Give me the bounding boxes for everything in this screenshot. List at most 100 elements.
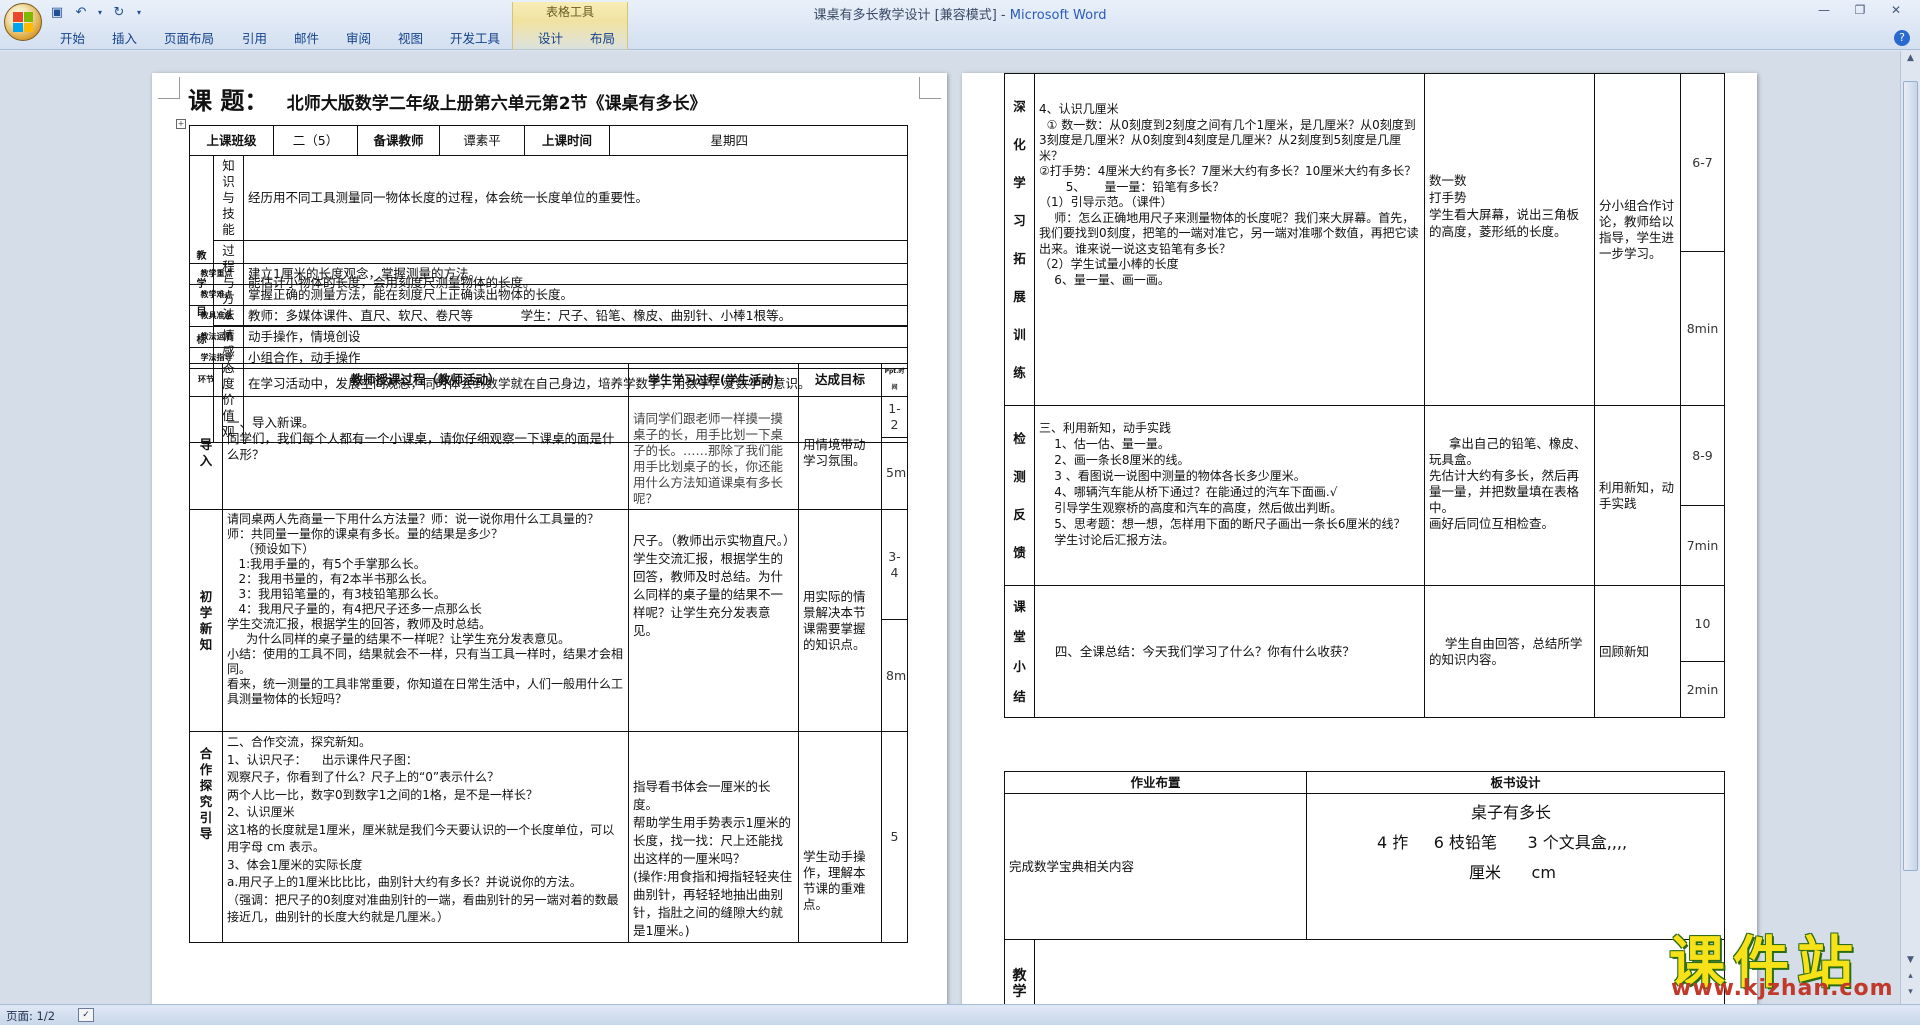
course-title: 北师大版数学二年级上册第六单元第2节《课桌有多长》 <box>286 94 707 114</box>
close-icon[interactable]: ✕ <box>1882 2 1910 18</box>
board-line: 桌子有多长 <box>1471 803 1552 822</box>
document-title: 课桌有多长教学设计 [兼容模式] <box>813 8 997 23</box>
header-goal: 达成目标 <box>798 363 882 397</box>
tab-developer[interactable]: 开发工具 <box>438 29 520 49</box>
phase-cell: 初学新知 <box>189 509 223 732</box>
goal-cell[interactable]: 学生动手操作，理解本节课的重难点。 <box>798 731 882 943</box>
time-cell: 1-2 <box>881 396 908 438</box>
minimize-icon[interactable]: — <box>1810 2 1838 18</box>
time-cell: 2min <box>1680 661 1725 718</box>
teacher-activity[interactable]: 请同桌两人先商量一下用什么方法量？师：说一说你用什么工具量的？ 师：共同量一量你… <box>222 509 629 732</box>
window-controls: — ❐ ✕ <box>1810 2 1910 18</box>
time-spacer <box>609 125 681 156</box>
goal-cell[interactable]: 回顾新知 <box>1594 585 1681 718</box>
teacher-activity[interactable]: 四、全课总结：今天我们学习了什么？你有什么收获？ <box>1034 585 1425 718</box>
table-move-handle-icon[interactable]: + <box>176 119 186 129</box>
tab-mailings[interactable]: 邮件 <box>282 29 334 49</box>
student-activity[interactable]: 指导看书体会一厘米的长度。 帮助学生用手势表示1厘米的长度，找一找：尺上还能找出… <box>628 731 799 943</box>
tab-insert[interactable]: 插入 <box>100 29 152 49</box>
row-text[interactable]: 动手操作，情境创设 <box>243 326 908 348</box>
row-label: 教法运用 <box>189 326 244 348</box>
class-label: 上课班级 <box>189 125 274 156</box>
help-icon[interactable]: ? <box>1894 30 1910 46</box>
board-design[interactable]: 桌子有多长 4 拃 6 枝铅笔 3 个文具盒,,,, 厘米 cm <box>1306 793 1725 940</box>
header-student: 学生学习过程(学生活动) <box>628 363 799 397</box>
homework-board-table: 作业布置 板书设计 完成数学宝典相关内容 桌子有多长 4 拃 6 枝铅笔 3 个… <box>1004 771 1725 940</box>
homework-text[interactable]: 完成数学宝典相关内容 <box>1004 793 1307 940</box>
row-text[interactable]: 掌握正确的测量方法，能在刻度尺上正确读出物体的长度。 <box>243 284 908 306</box>
scroll-thumb[interactable] <box>1903 81 1918 871</box>
goal-cell[interactable]: 分小组合作讨论，教师给以指导，学生进一步学习。 <box>1594 73 1681 406</box>
ribbon-tabs: 开始 插入 页面布局 引用 邮件 审阅 视图 开发工具 设计 布局 <box>48 29 630 49</box>
lesson-info-table: 上课班级 二（5） 备课教师 谭素平 上课时间 星期四 <box>189 125 908 156</box>
tab-home[interactable]: 开始 <box>48 29 100 49</box>
row-text[interactable]: 建立1厘米的长度观念，掌握测量的方法。 <box>243 263 908 285</box>
teacher-value[interactable]: 谭素平 <box>439 125 525 156</box>
course-heading: 课 题： 北师大版数学二年级上册第六单元第2节《课桌有多长》 <box>188 81 707 116</box>
teacher-activity[interactable]: 4、认识几厘米 ① 数一数：从0刻度到2刻度之间有几个1厘米，是几厘米？从0刻度… <box>1034 73 1425 406</box>
header-teacher: 教师授课过程（教师活动） <box>222 363 629 397</box>
next-page-icon[interactable]: ▾ <box>1903 985 1918 1000</box>
crop-mark <box>919 77 941 99</box>
prev-page-icon[interactable]: ▴ <box>1903 969 1918 984</box>
page-indicator[interactable]: 页面: 1/2 <box>6 1008 55 1024</box>
time-cell: 8-9 <box>1680 405 1725 506</box>
tab-layout[interactable]: 布局 <box>578 29 630 49</box>
row-label: 教具准备 <box>189 305 244 327</box>
phase-cell: 课堂小结 <box>1004 585 1035 718</box>
phase-cell: 检测反馈 <box>1004 405 1035 586</box>
time-value[interactable]: 星期四 <box>680 125 908 156</box>
reflection-content[interactable] <box>1034 939 1725 1004</box>
vertical-scrollbar[interactable]: ▲ ▼ ▴ ▾ <box>1900 51 1920 1004</box>
time-cell: 5 <box>881 731 908 943</box>
time-cell: 10 <box>1680 585 1725 662</box>
teacher-activity[interactable]: 二、合作交流，探究新知。 1、认识尺子： 出示课件尺子图： 观察尺子，你看到了什… <box>222 731 629 943</box>
context-group-label: 表格工具 <box>545 5 594 19</box>
student-activity[interactable]: 数一数 打手势 学生看大屏幕，说出三角板的高度，菱形纸的长度。 <box>1424 73 1595 406</box>
student-activity[interactable]: 拿出自己的铅笔、橡皮、玩具盒。 先估计大约有多长，然后再量一量，并把数量填在表格… <box>1424 405 1595 586</box>
student-activity[interactable]: 请同学们跟老师一样摸一摸桌子的长，用手比划一下桌子的长。……那除了我们能用手比划… <box>628 396 799 510</box>
proofing-icon[interactable]: ✓ <box>78 1008 94 1022</box>
course-label: 课 题： <box>188 87 269 115</box>
teacher-activity[interactable]: 一、导入新课。 同学们，我们每个人都有一个小课桌，请你仔细观察一下课桌的面是什么… <box>222 396 629 510</box>
scroll-down-icon[interactable]: ▼ <box>1903 953 1918 968</box>
page-1: 课 题： 北师大版数学二年级上册第六单元第2节《课桌有多长》 + 上课班级 二（… <box>152 73 947 1004</box>
header-time: Ppt.时间 <box>881 363 908 397</box>
tab-references[interactable]: 引用 <box>230 29 282 49</box>
app-name: Microsoft Word <box>1009 8 1107 23</box>
maximize-icon[interactable]: ❐ <box>1846 2 1874 18</box>
time-label: 上课时间 <box>524 125 610 156</box>
teacher-label: 备课教师 <box>357 125 440 156</box>
process-table: 环节 教师授课过程（教师活动） 学生学习过程(学生活动) 达成目标 Ppt.时间… <box>189 363 908 943</box>
title-bar: ▣ ↶ ▾ ↻ ▾ 课桌有多长教学设计 [兼容模式] - Microsoft W… <box>0 0 1920 50</box>
goal-cell[interactable]: 用情境带动学习氛围。 <box>798 396 882 510</box>
student-activity[interactable]: 尺子。（教师出示实物直尺。） 学生交流汇报，根据学生的回答，教师及时总结。为什么… <box>628 509 799 732</box>
process-table-continued: 深化学习拓展训练 4、认识几厘米 ① 数一数：从0刻度到2刻度之间有几个1厘米，… <box>1004 73 1725 718</box>
teacher-activity[interactable]: 三、利用新知，动手实践 1、估一估、量一量。 2、画一条长8厘米的线。 3 、看… <box>1034 405 1425 586</box>
time-cell: 8min <box>881 619 908 732</box>
phase-cell: 导入 <box>189 396 223 510</box>
page-2: 深化学习拓展训练 4、认识几厘米 ① 数一数：从0刻度到2刻度之间有几个1厘米，… <box>962 73 1757 1004</box>
board-label: 板书设计 <box>1306 771 1725 794</box>
lesson-attributes-table: 教学重点 建立1厘米的长度观念，掌握测量的方法。 教学难点 掌握正确的测量方法，能在… <box>189 263 908 369</box>
time-cell: 8min <box>1680 251 1725 406</box>
scroll-up-icon[interactable]: ▲ <box>1903 51 1918 66</box>
board-line: 4 拃 6 枝铅笔 3 个文具盒,,,, <box>1377 833 1628 852</box>
goal-knowledge[interactable]: 经历用不同工具测量同一物体长度的过程，体会统一长度单位的重要性。 <box>243 155 908 241</box>
class-value[interactable]: 二（5） <box>273 125 358 156</box>
tab-review[interactable]: 审阅 <box>334 29 386 49</box>
reflection-label: 教学 <box>1004 939 1035 1004</box>
goal-cell[interactable]: 利用新知，动手实践 <box>1594 405 1681 586</box>
tab-design[interactable]: 设计 <box>526 29 578 49</box>
row-text[interactable]: 教师：多媒体课件、直尺、软尺、卷尺等 学生：尺子、铅笔、橡皮、曲别针、小棒1根等… <box>243 305 908 327</box>
tab-view[interactable]: 视图 <box>386 29 438 49</box>
row-label: 教学重点 <box>189 263 244 285</box>
header-phase: 环节 <box>189 363 223 397</box>
status-bar: 页面: 1/2 ✓ <box>0 1004 1920 1025</box>
tab-page-layout[interactable]: 页面布局 <box>152 29 230 49</box>
phase-cell: 深化学习拓展训练 <box>1004 73 1035 406</box>
homework-label: 作业布置 <box>1004 771 1307 794</box>
goal-cell[interactable]: 用实际的情景解决本节课需要掌握的知识点。 <box>798 509 882 732</box>
student-activity[interactable]: 学生自由回答，总结所学的知识内容。 <box>1424 585 1595 718</box>
board-line: 厘米 cm <box>1469 863 1556 882</box>
